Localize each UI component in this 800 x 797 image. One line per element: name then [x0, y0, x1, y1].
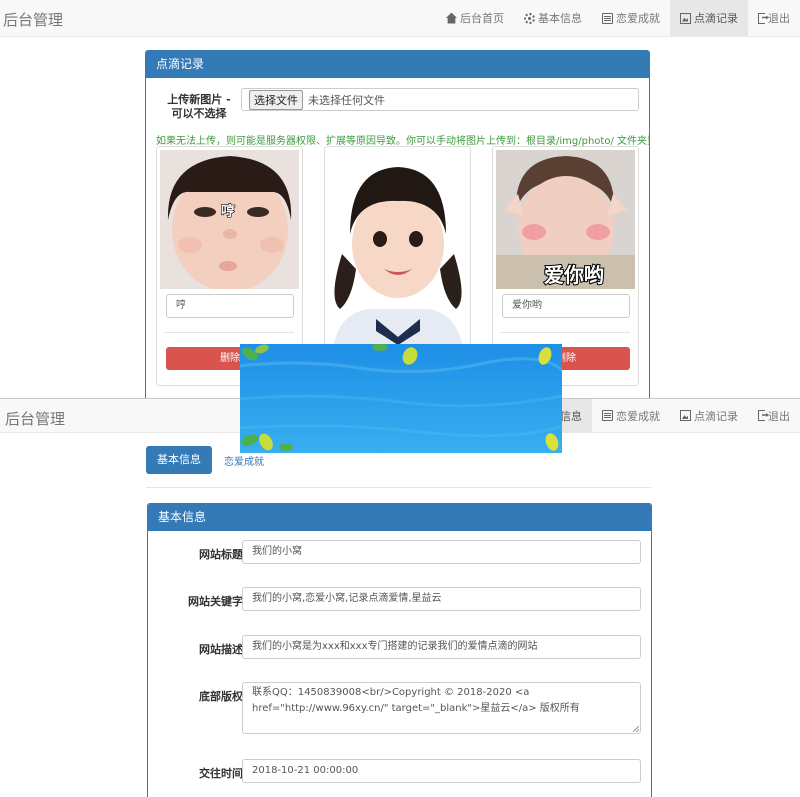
- site-keywords-input[interactable]: 我们的小窝,恋爱小窝,记录点滴爱情,星益云: [242, 587, 641, 611]
- basic-info-screen: 后台管理 基本信息 恋爱成就 点滴记录 退出 基本信息 恋爱成就 基本信息 网站…: [0, 398, 800, 797]
- basic-info-panel: 基本信息 网站标题 我们的小窝 网站关键字 我们的小窝,恋爱小窝,记录点滴爱情,…: [147, 503, 652, 797]
- tab-achievements[interactable]: 恋爱成就: [224, 453, 264, 468]
- list-icon: [602, 410, 613, 421]
- card-divider: [165, 332, 294, 333]
- nav-home-label: 后台首页: [460, 12, 504, 25]
- card-divider: [501, 332, 630, 333]
- nav-home[interactable]: 后台首页: [436, 0, 514, 36]
- sticker-text: 哼: [221, 203, 235, 220]
- nav-achievements-label: 恋爱成就: [616, 409, 660, 423]
- photo-thumbnail[interactable]: 哼: [160, 150, 299, 289]
- nav-menu: 后台首页 基本信息 恋爱成就 点滴记录 退出: [436, 0, 800, 36]
- footer-copyright-label: 底部版权: [199, 690, 243, 703]
- nav-logout[interactable]: 退出: [748, 0, 800, 36]
- sky-leaves-overlay: [240, 344, 562, 453]
- nav-logout[interactable]: 退出: [748, 399, 800, 432]
- nav-basic-info-label: 基本信息: [538, 12, 582, 25]
- logout-icon: [758, 12, 765, 24]
- choose-file-button[interactable]: 选择文件: [249, 89, 303, 110]
- nav-photo-records[interactable]: 点滴记录: [670, 399, 748, 432]
- nav-basic-info[interactable]: 基本信息: [514, 0, 592, 36]
- cog-icon: [524, 12, 535, 24]
- picture-icon: [680, 12, 691, 24]
- site-title-label: 网站标题: [199, 548, 243, 561]
- resize-handle[interactable]: [633, 726, 639, 732]
- list-icon: [602, 12, 613, 24]
- site-keywords-label: 网站关键字: [188, 595, 243, 608]
- site-title-input[interactable]: 我们的小窝: [242, 540, 641, 564]
- nav-logout-label: 退出: [768, 409, 790, 423]
- tabs-divider: [146, 487, 651, 488]
- nav-achievements[interactable]: 恋爱成就: [592, 399, 670, 432]
- top-navbar: 后台管理 后台首页 基本信息 恋爱成就 点滴记录 退出: [0, 0, 800, 37]
- nav-achievements[interactable]: 恋爱成就: [592, 0, 670, 36]
- brand[interactable]: 后台管理: [3, 9, 63, 30]
- tab-basic-info[interactable]: 基本信息: [146, 446, 212, 474]
- photo-records-screen: 后台管理 后台首页 基本信息 恋爱成就 点滴记录 退出 点滴记录 上传新图片 -…: [0, 0, 800, 398]
- relationship-date-input[interactable]: 2018-10-21 00:00:00: [242, 759, 641, 783]
- nav-photo-records[interactable]: 点滴记录: [670, 0, 748, 36]
- caption-input[interactable]: 爱你哟: [502, 294, 630, 318]
- nav-logout-label: 退出: [768, 12, 790, 25]
- file-input[interactable]: 选择文件 未选择任何文件: [241, 88, 639, 111]
- sticker-text: 爱你哟: [544, 263, 604, 287]
- panel-title: 点滴记录: [146, 51, 649, 78]
- relationship-date-label: 交往时间: [199, 767, 243, 780]
- file-status: 未选择任何文件: [308, 93, 385, 107]
- nav-photo-records-label: 点滴记录: [694, 409, 738, 423]
- footer-copyright-value: 联系QQ：1450839008<br/>Copyright © 2018-202…: [252, 687, 580, 714]
- brand[interactable]: 后台管理: [5, 408, 65, 429]
- site-description-input[interactable]: 我们的小窝是为xxx和xxx专门搭建的记录我们的爱情点滴的网站: [242, 635, 641, 659]
- logout-icon: [758, 410, 765, 421]
- photo-thumbnail[interactable]: 爱你哟: [496, 150, 635, 289]
- footer-copyright-textarea[interactable]: 联系QQ：1450839008<br/>Copyright © 2018-202…: [242, 682, 641, 734]
- home-icon: [446, 12, 457, 24]
- picture-icon: [680, 410, 691, 421]
- nav-photo-records-label: 点滴记录: [694, 12, 738, 25]
- upload-label: 上传新图片 - 可以不选择: [167, 93, 231, 120]
- upload-hint: 如果无法上传，则可能是服务器权限、扩展等原因导致。你可以手动将图片上传到：根目录…: [156, 136, 650, 147]
- panel-title: 基本信息: [148, 504, 651, 531]
- caption-input[interactable]: 哼: [166, 294, 294, 318]
- nav-achievements-label: 恋爱成就: [616, 12, 660, 25]
- site-description-label: 网站描述: [199, 643, 243, 656]
- photo-thumbnail[interactable]: [328, 159, 468, 349]
